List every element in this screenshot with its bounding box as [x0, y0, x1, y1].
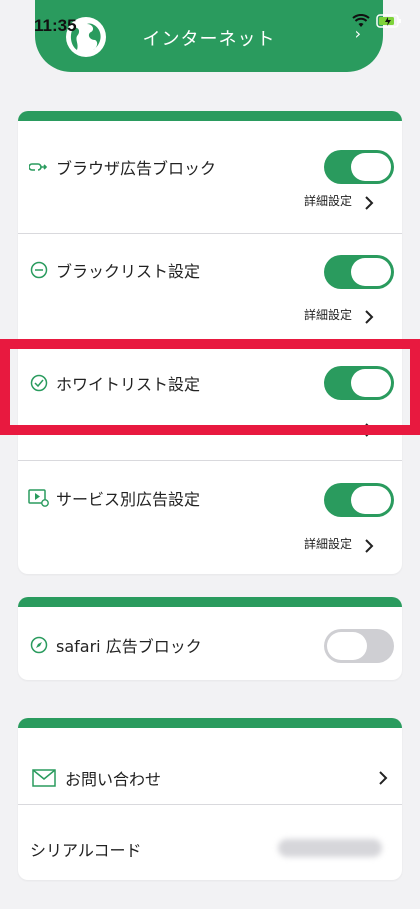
- browser-ad-block-label: ブラウザ広告ブロック: [56, 159, 217, 178]
- status-time: 11:35: [34, 16, 77, 35]
- row-safari-ad-block: safari 広告ブロック: [18, 607, 402, 680]
- card-accent-bar: [18, 597, 402, 607]
- browser-ad-block-toggle[interactable]: [324, 150, 394, 184]
- service-ad-toggle[interactable]: [324, 483, 394, 517]
- video-settings-icon: [28, 487, 50, 509]
- serial-code-label: シリアルコード: [30, 841, 142, 860]
- safari-card: safari 広告ブロック: [18, 597, 402, 680]
- header-bar: インターネット ›: [35, 0, 383, 72]
- row-whitelist: ホワイトリスト設定: [18, 348, 402, 461]
- row-contact[interactable]: お問い合わせ: [18, 728, 402, 805]
- chevron-right-icon[interactable]: [364, 422, 374, 438]
- serial-code-value-blurred: [278, 839, 382, 857]
- whitelist-label: ホワイトリスト設定: [56, 375, 201, 394]
- compass-icon: [28, 634, 50, 656]
- page-title: インターネット: [142, 29, 276, 50]
- chevron-right-icon[interactable]: [378, 770, 388, 786]
- service-ad-detail-link[interactable]: 詳細設定: [304, 535, 352, 552]
- mail-icon: [31, 767, 57, 789]
- contact-label: お問い合わせ: [65, 770, 162, 789]
- blacklist-toggle[interactable]: [324, 255, 394, 289]
- row-blacklist: ブラックリスト設定 詳細設定: [18, 234, 402, 348]
- ad-settings-card: ブラウザ広告ブロック 詳細設定 ブラックリスト設定 詳細設定 ホワイトリスト設定: [18, 111, 402, 574]
- card-accent-bar: [18, 718, 402, 728]
- whitelist-toggle[interactable]: [324, 366, 394, 400]
- row-service-ad: サービス別広告設定 詳細設定: [18, 461, 402, 574]
- link-icon: [28, 156, 50, 178]
- row-browser-ad-block: ブラウザ広告ブロック 詳細設定: [18, 121, 402, 234]
- chevron-right-icon[interactable]: [364, 309, 374, 325]
- support-card: お問い合わせ シリアルコード: [18, 718, 402, 880]
- service-ad-label: サービス別広告設定: [56, 490, 201, 509]
- card-accent-bar: [18, 111, 402, 121]
- blacklist-detail-link[interactable]: 詳細設定: [304, 306, 352, 323]
- minus-circle-icon: [28, 259, 50, 281]
- chevron-right-icon[interactable]: [364, 195, 374, 211]
- wifi-icon: [352, 14, 370, 27]
- chevron-right-icon[interactable]: [364, 538, 374, 554]
- safari-ad-block-label: safari 広告ブロック: [56, 637, 202, 656]
- row-serial-code: シリアルコード: [18, 805, 402, 880]
- status-icons: [352, 14, 402, 28]
- battery-icon: [376, 14, 401, 28]
- browser-ad-block-detail-link[interactable]: 詳細設定: [304, 192, 352, 209]
- blacklist-label: ブラックリスト設定: [56, 262, 201, 281]
- check-circle-icon: [28, 372, 50, 394]
- safari-ad-block-toggle[interactable]: [324, 629, 394, 663]
